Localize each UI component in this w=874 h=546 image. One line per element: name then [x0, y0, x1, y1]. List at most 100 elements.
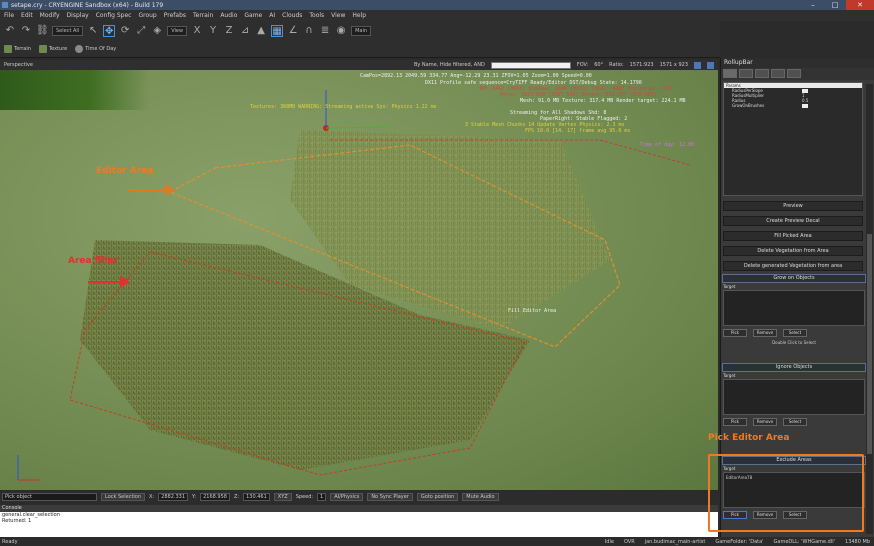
goto-position-button[interactable]: Goto position	[416, 493, 459, 501]
terrain-tool[interactable]: Terrain	[4, 45, 31, 53]
property-row[interactable]: GrowOnBrushes	[724, 103, 862, 108]
axis-xy-icon[interactable]: ⊿	[239, 25, 251, 37]
ignore-target-label: Target	[723, 373, 736, 378]
overlay-warning: Textures: 368MB WARNING: Streaming activ…	[250, 104, 437, 110]
menu-terrain[interactable]: Terrain	[193, 12, 213, 19]
status-bar: Ready Idle OVR jan.budimac_main-artist G…	[0, 537, 874, 546]
texture-label: Texture	[48, 46, 68, 52]
menu-file[interactable]: File	[4, 12, 14, 19]
property-checkbox[interactable]	[802, 88, 808, 93]
menu-tools[interactable]: Tools	[309, 12, 324, 19]
pick-object-field[interactable]: Pick object	[2, 493, 97, 501]
terrain-snap-icon[interactable]: ▲	[255, 25, 267, 37]
ignore-remove-button[interactable]: Remove	[753, 418, 777, 426]
tab-objects[interactable]	[723, 69, 737, 78]
property-checkbox[interactable]	[802, 103, 808, 108]
fill-picked-area-button[interactable]: Fill Picked Area	[723, 231, 863, 241]
xyz-toggle[interactable]: XYZ	[273, 493, 292, 501]
menu-audio[interactable]: Audio	[220, 12, 237, 19]
viewport-maximize-icon[interactable]	[707, 61, 714, 69]
grow-on-objects-header[interactable]: Grow on Objects	[722, 274, 866, 283]
menu-help[interactable]: Help	[352, 12, 366, 19]
menu-config-spec[interactable]: Config Spec	[96, 12, 132, 19]
grow-on-pick-button[interactable]: Pick	[723, 329, 747, 337]
axis-x-icon[interactable]: X	[191, 25, 203, 37]
menu-modify[interactable]: Modify	[40, 12, 60, 19]
overlay-memory: Mesh: 91.0 MB Texture: 317.4 MB Render t…	[520, 98, 686, 104]
property-value[interactable]: 0.5	[802, 98, 808, 103]
axis-z-icon[interactable]: Z	[223, 25, 235, 37]
link-icon[interactable]: ⛓	[36, 25, 49, 37]
magnet-icon[interactable]: ∩	[303, 25, 315, 37]
menu-bar: File Edit Modify Display Config Spec Gro…	[0, 10, 874, 21]
menu-edit[interactable]: Edit	[21, 12, 33, 19]
menu-view[interactable]: View	[331, 12, 345, 19]
scrollbar-thumb[interactable]	[867, 234, 872, 454]
overlay-time-of-day: Time of day: 12.00	[640, 142, 695, 148]
tab-layers[interactable]	[787, 69, 801, 78]
view-combo[interactable]: View	[167, 26, 188, 36]
time-of-day-tool[interactable]: Time Of Day	[75, 45, 116, 53]
terrain-label: Terrain	[14, 46, 31, 52]
snap-icon[interactable]: ◈	[151, 25, 163, 37]
tab-terrain[interactable]	[739, 69, 753, 78]
main-combo[interactable]: Main	[351, 26, 372, 36]
move-icon[interactable]: ✥	[103, 25, 116, 37]
menu-prefabs[interactable]: Prefabs	[164, 12, 186, 19]
gizmo-x-axis[interactable]	[325, 126, 391, 129]
minimize-button[interactable]: –	[802, 0, 824, 10]
ignore-objects-header[interactable]: Ignore Objects	[722, 363, 866, 372]
tab-display[interactable]	[771, 69, 785, 78]
scale-icon[interactable]: ⤢	[135, 25, 147, 37]
ai-physics-button[interactable]: AI/Physics	[330, 493, 364, 501]
tab-modeling[interactable]	[755, 69, 769, 78]
maximize-button[interactable]: □	[824, 0, 846, 10]
filter-mode[interactable]: By Name, Hide filtered, AND	[414, 62, 485, 68]
z-field[interactable]: 130.461	[243, 493, 270, 501]
viewport-search-input[interactable]	[490, 61, 571, 69]
undo-icon[interactable]: ↶	[4, 25, 16, 37]
perspective-viewport[interactable]: CamPos=2892.13 2049.59 334.77 Ang=-12.29…	[0, 70, 718, 490]
ignore-select-button[interactable]: Select	[783, 418, 807, 426]
grid-snap-icon[interactable]: ▦	[271, 25, 284, 37]
grow-on-target-label: Target	[723, 284, 736, 289]
close-button[interactable]: ✕	[846, 0, 874, 10]
camera-icon[interactable]: ◉	[335, 25, 347, 37]
grow-on-select-button[interactable]: Select	[783, 329, 807, 337]
x-field[interactable]: 2882.331	[158, 493, 189, 501]
menu-ai[interactable]: AI	[269, 12, 275, 19]
speed-field[interactable]: 1	[317, 493, 327, 501]
mute-audio-button[interactable]: Mute Audio	[462, 493, 499, 501]
axis-y-icon[interactable]: Y	[207, 25, 219, 37]
preview-button[interactable]: Preview	[723, 201, 863, 211]
status-memory: 13480 Mb	[845, 538, 870, 545]
layer-icon[interactable]: ≣	[319, 25, 331, 37]
fov-value[interactable]: 60°	[594, 62, 603, 68]
texture-tool[interactable]: Texture	[38, 45, 68, 53]
delete-vegetation-button[interactable]: Delete Vegetation from Area	[723, 246, 863, 256]
no-sync-player-button[interactable]: No Sync Player	[367, 493, 413, 501]
x-label: X:	[149, 494, 155, 500]
ratio-value[interactable]: 1571:923	[630, 62, 654, 68]
selection-combo[interactable]: Select All	[52, 26, 84, 36]
redo-icon[interactable]: ↷	[20, 25, 32, 37]
delete-generated-vegetation-button[interactable]: Delete generated Vegetation from area	[723, 261, 863, 271]
grow-on-target-list[interactable]	[723, 290, 865, 326]
menu-game[interactable]: Game	[244, 12, 262, 19]
ignore-pick-button[interactable]: Pick	[723, 418, 747, 426]
y-field[interactable]: 2168.958	[200, 493, 230, 501]
angle-snap-icon[interactable]: ∠	[287, 25, 299, 37]
rollup-scrollbar[interactable]	[866, 84, 873, 534]
ignore-target-list[interactable]	[723, 379, 865, 415]
create-preview-decal-button[interactable]: Create Preview Decal	[723, 216, 863, 226]
menu-group[interactable]: Group	[138, 12, 156, 19]
lock-selection-button[interactable]: Lock Selection	[101, 493, 146, 501]
menu-clouds[interactable]: Clouds	[282, 12, 302, 19]
ignore-objects-section: Ignore Objects Target Pick Remove Select	[721, 363, 867, 429]
grow-on-remove-button[interactable]: Remove	[753, 329, 777, 337]
viewport-options-icon[interactable]	[694, 61, 701, 69]
rotate-icon[interactable]: ⟳	[119, 25, 131, 37]
select-arrow-icon[interactable]: ↖	[87, 25, 99, 37]
menu-display[interactable]: Display	[67, 12, 89, 19]
viewport-label[interactable]: Perspective	[4, 62, 33, 68]
